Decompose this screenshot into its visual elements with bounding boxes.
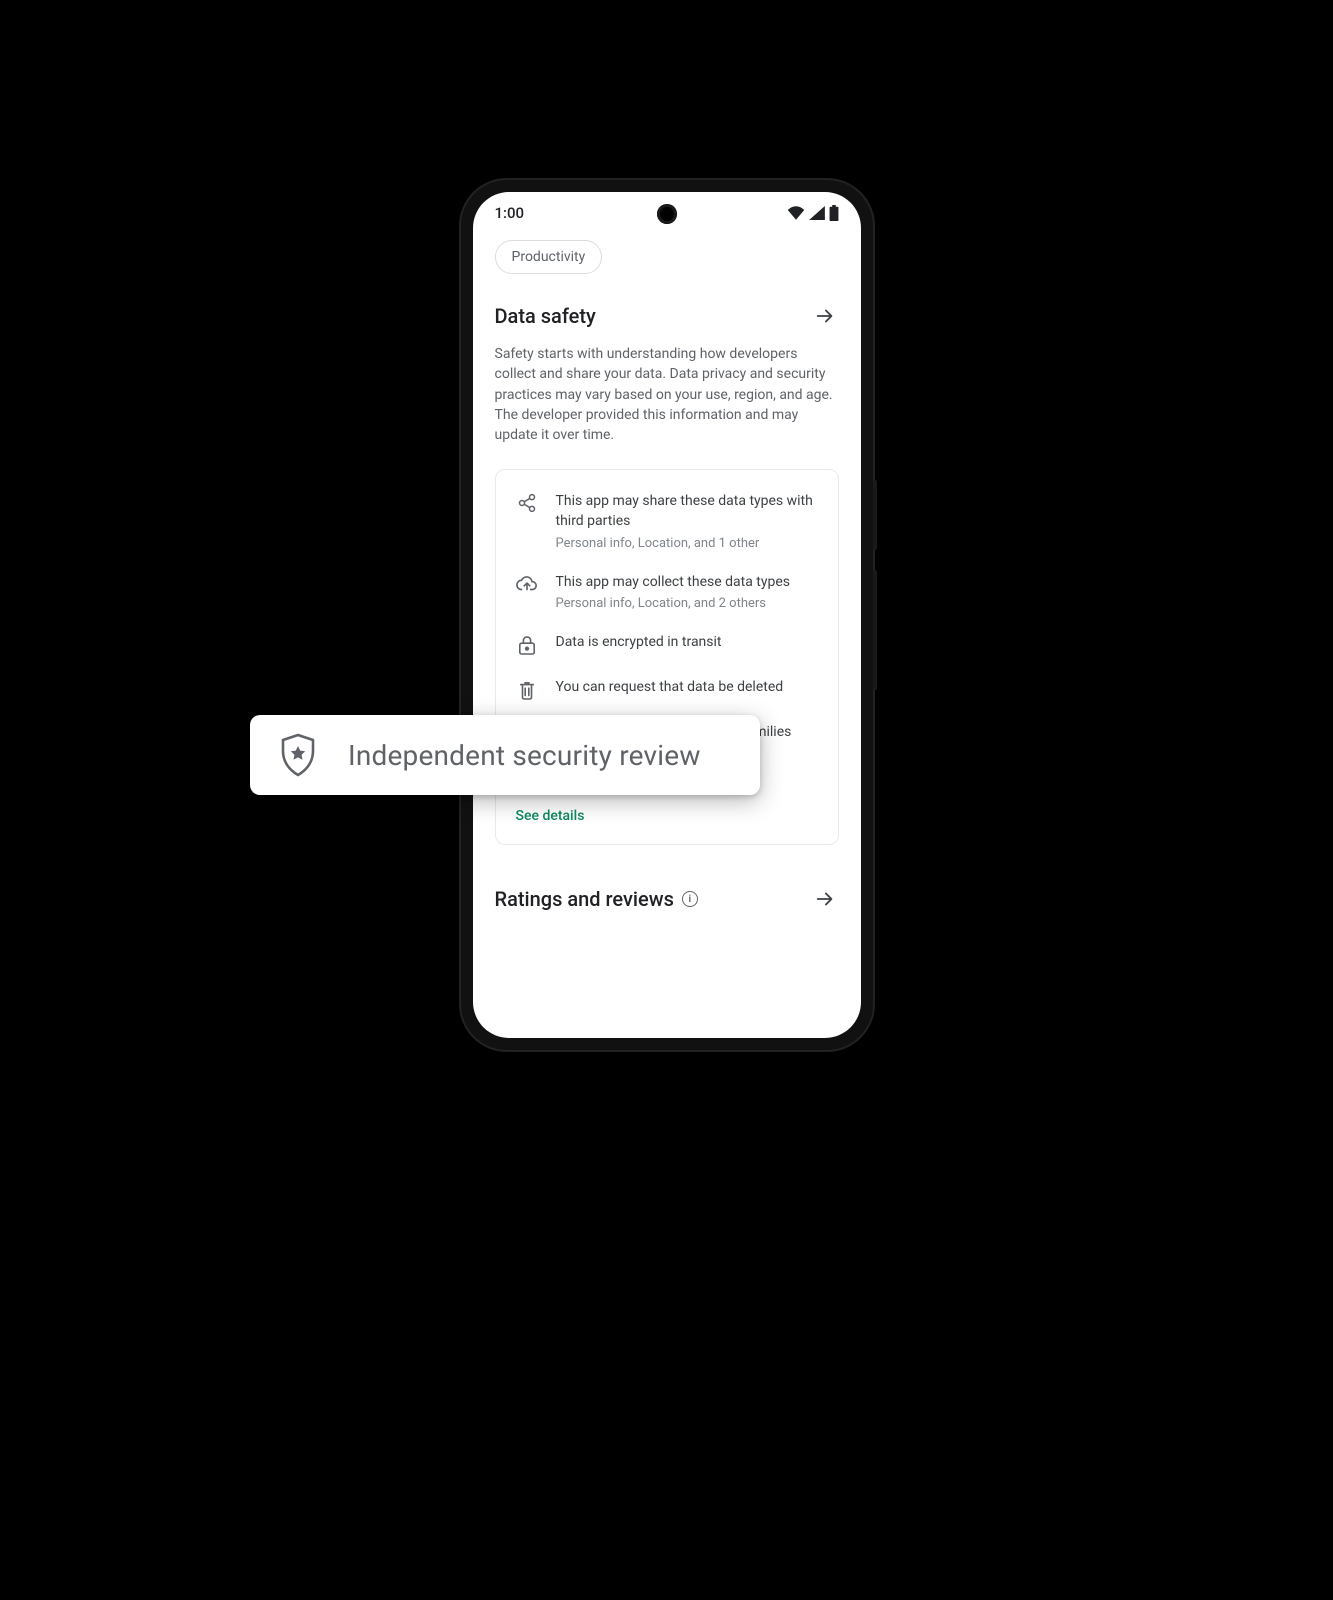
shield-star-icon bbox=[278, 732, 318, 778]
item-title: Data is encrypted in transit bbox=[556, 633, 818, 653]
info-icon[interactable]: i bbox=[682, 891, 698, 907]
ratings-title: Ratings and reviews bbox=[495, 887, 674, 911]
trash-icon bbox=[516, 678, 538, 701]
data-safety-item: This app may share these data types with… bbox=[516, 492, 818, 550]
status-icons bbox=[787, 205, 839, 221]
data-safety-item: You can request that data be deleted bbox=[516, 678, 818, 701]
data-safety-item: This app may collect these data types Pe… bbox=[516, 573, 818, 612]
data-safety-title: Data safety bbox=[495, 304, 596, 328]
data-safety-item: Data is encrypted in transit bbox=[516, 633, 818, 656]
camera-hole bbox=[657, 204, 677, 224]
wifi-icon bbox=[787, 206, 805, 220]
item-title: This app may collect these data types bbox=[556, 573, 818, 593]
phone-frame: 1:00 Productivity Data safety Safety sta… bbox=[461, 180, 873, 1050]
status-time: 1:00 bbox=[495, 204, 525, 222]
ratings-reviews-header[interactable]: Ratings and reviews i bbox=[495, 885, 839, 913]
data-safety-description: Safety starts with understanding how dev… bbox=[495, 344, 839, 445]
callout-label: Independent security review bbox=[348, 739, 701, 772]
phone-screen: 1:00 Productivity Data safety Safety sta… bbox=[473, 192, 861, 1038]
signal-icon bbox=[809, 206, 825, 220]
item-subtitle: Personal info, Location, and 2 others bbox=[556, 596, 818, 611]
data-safety-header[interactable]: Data safety bbox=[495, 302, 839, 330]
security-review-callout: Independent security review bbox=[250, 715, 760, 795]
see-details-link[interactable]: See details bbox=[516, 808, 585, 824]
category-chip[interactable]: Productivity bbox=[495, 240, 603, 274]
item-subtitle: Personal info, Location, and 1 other bbox=[556, 536, 818, 551]
cloud-upload-icon bbox=[516, 573, 538, 612]
lock-icon bbox=[516, 633, 538, 656]
arrow-right-icon[interactable] bbox=[811, 885, 839, 913]
arrow-right-icon[interactable] bbox=[811, 302, 839, 330]
item-title: This app may share these data types with… bbox=[556, 492, 818, 531]
item-title: You can request that data be deleted bbox=[556, 678, 818, 698]
share-icon bbox=[516, 492, 538, 550]
chip-label: Productivity bbox=[512, 249, 586, 265]
battery-icon bbox=[829, 205, 839, 221]
